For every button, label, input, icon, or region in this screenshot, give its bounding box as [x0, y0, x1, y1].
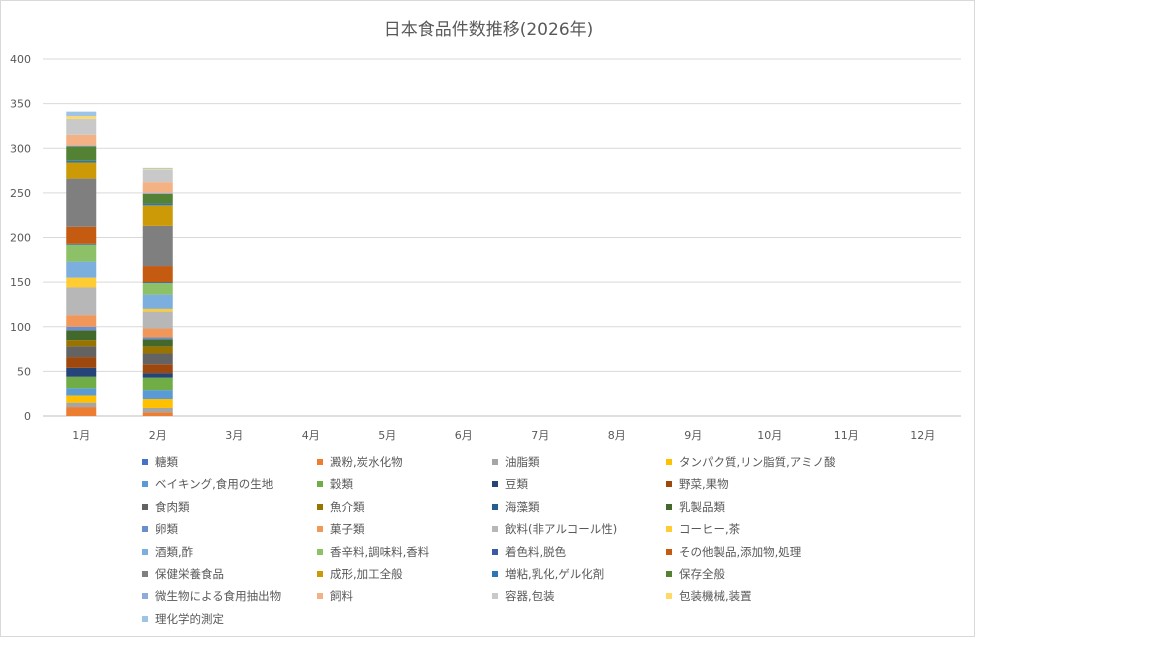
bar-segment	[142, 266, 173, 283]
bar-segment	[66, 145, 97, 147]
bar-segment	[142, 390, 173, 400]
x-tick-label: 1月	[72, 429, 90, 442]
bar-segment	[142, 168, 173, 170]
x-tick-label: 5月	[378, 429, 396, 442]
bar-segment	[66, 226, 97, 244]
bar-segment	[142, 283, 173, 295]
y-tick-label: 250	[10, 187, 31, 200]
x-tick-label: 4月	[302, 429, 320, 442]
bar-segment	[66, 134, 97, 146]
bar-segment	[66, 244, 97, 262]
x-tick-label: 12月	[910, 429, 935, 442]
bar-segment	[66, 111, 97, 117]
bar-segment	[66, 388, 97, 396]
bar-segment	[142, 193, 173, 204]
x-tick-label: 7月	[531, 429, 549, 442]
bar-segment	[142, 377, 173, 391]
x-tick-label: 2月	[149, 429, 167, 442]
bar-segment	[142, 412, 173, 416]
bar-segment	[142, 282, 173, 284]
bar-segment	[142, 182, 173, 193]
bar-segment	[142, 353, 173, 365]
x-tick-label: 10月	[757, 429, 782, 442]
bar-segment	[66, 162, 97, 179]
bar-segment	[66, 326, 97, 331]
bar-segment	[142, 203, 173, 206]
bar-segment	[66, 395, 97, 403]
bar-segment	[66, 277, 97, 288]
bar-segment	[142, 399, 173, 408]
x-tick-label: 6月	[455, 429, 473, 442]
bar-segment	[66, 407, 97, 416]
bar-segment	[66, 367, 97, 377]
y-tick-label: 50	[17, 365, 31, 378]
bar-segment	[66, 243, 97, 245]
bar-segment	[142, 346, 173, 354]
bar-segment	[66, 357, 97, 368]
bar-segment	[142, 373, 173, 378]
x-tick-label: 3月	[225, 429, 243, 442]
x-tick-label: 11月	[834, 429, 859, 442]
y-tick-label: 100	[10, 321, 31, 334]
bar-segment	[66, 287, 97, 316]
bar-segment	[142, 337, 173, 340]
bar-segment	[142, 169, 173, 183]
bar-segment	[66, 116, 97, 119]
bar-segment	[142, 339, 173, 347]
bar-segment	[66, 376, 97, 389]
bar-segment	[66, 261, 97, 278]
bar-segment	[142, 311, 173, 329]
bar-segment	[66, 330, 97, 341]
y-tick-label: 0	[24, 410, 31, 423]
y-tick-label: 200	[10, 232, 31, 245]
chart-frame: 日本食品件数推移(2026年) 0 50 100 150 200 250 300 350 400…	[0, 0, 975, 637]
bar-segment	[66, 346, 97, 358]
y-tick-label: 150	[10, 276, 31, 289]
bar-segment	[142, 167, 173, 169]
bar-segment	[142, 192, 173, 194]
bar-segment	[142, 225, 173, 267]
bar-segment	[66, 118, 97, 135]
y-tick-label: 400	[10, 53, 31, 66]
plot-area: 0 50 100 150 200 250 300 350 400 1月 2月 3月 4月 5月 6月 7月 8月…	[10, 53, 961, 442]
bar-segment	[142, 294, 173, 309]
bar-segment	[66, 146, 97, 161]
bar-segment	[66, 402, 97, 408]
bar-segment	[142, 308, 173, 312]
bar-segment	[142, 328, 173, 338]
bar-segment	[66, 178, 97, 227]
bar-segment	[66, 340, 97, 347]
x-tick-label: 9月	[684, 429, 702, 442]
x-tick-label: 8月	[608, 429, 626, 442]
y-tick-label: 300	[10, 142, 31, 155]
bar-segment	[142, 205, 173, 226]
bar-segment	[66, 160, 97, 163]
bar-segment	[66, 315, 97, 327]
bar-segment	[142, 407, 173, 413]
bar-segment	[142, 364, 173, 374]
y-tick-label: 350	[10, 98, 31, 111]
